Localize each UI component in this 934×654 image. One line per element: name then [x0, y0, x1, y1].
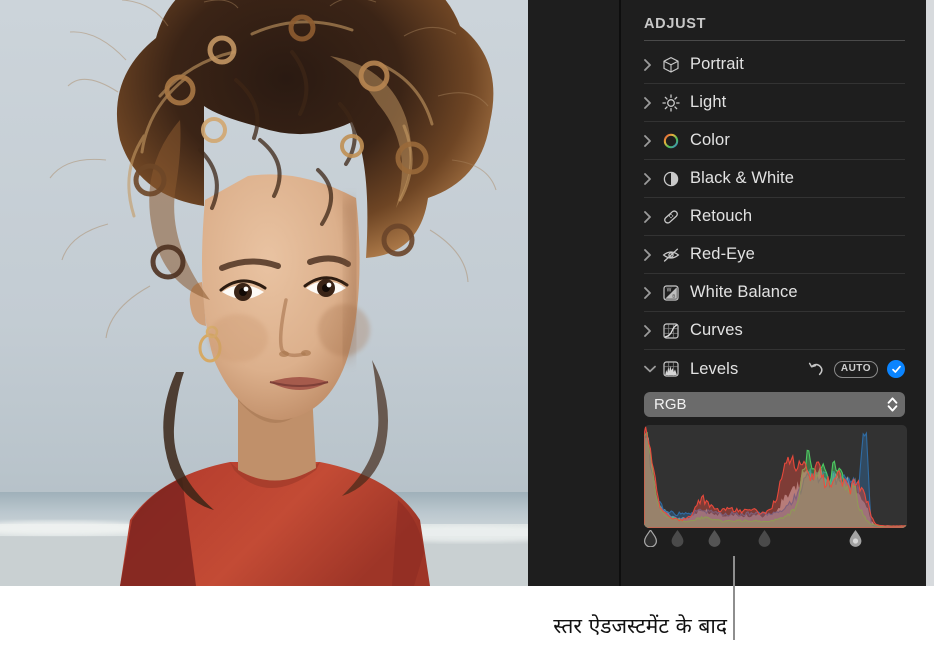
- bandage-icon: [660, 206, 682, 228]
- chevron-down-icon[interactable]: [644, 365, 660, 373]
- levels-slider-track[interactable]: [643, 528, 905, 552]
- screenshot-root: ADJUST Portrait Light Color Black & Whit…: [0, 0, 934, 654]
- adjust-panel: ADJUST Portrait Light Color Black & Whit…: [621, 0, 926, 586]
- adjust-row-black-and-white[interactable]: Black & White: [644, 160, 905, 198]
- window-right-edge: [926, 0, 934, 586]
- chevron-right-icon[interactable]: [644, 58, 660, 71]
- adjust-row-levels[interactable]: Levels AUTO: [644, 350, 905, 388]
- adjust-row-retouch[interactable]: Retouch: [644, 198, 905, 236]
- levels-controls: RGB: [643, 388, 907, 552]
- svg-text:B: B: [672, 293, 675, 298]
- white-balance-icon: W B: [660, 282, 682, 304]
- curves-icon: [660, 320, 682, 342]
- adjust-row-light[interactable]: Light: [644, 84, 905, 122]
- levels-handle-black-point[interactable]: [643, 528, 658, 548]
- levels-icon: [660, 358, 682, 380]
- adjust-row-label: Black & White: [690, 169, 794, 187]
- half-circle-icon: [660, 168, 682, 190]
- chevron-right-icon[interactable]: [644, 286, 660, 299]
- chevron-right-icon[interactable]: [644, 134, 660, 147]
- adjust-row-label: White Balance: [690, 283, 798, 301]
- adjust-row-label: Portrait: [690, 55, 744, 73]
- callout-leader-line: [733, 556, 735, 640]
- chevron-up-down-icon[interactable]: [887, 396, 898, 413]
- adjust-row-label: Red-Eye: [690, 245, 755, 263]
- adjust-row-label: Light: [690, 93, 727, 111]
- photo-preview[interactable]: [0, 0, 528, 586]
- photo-gutter: [528, 0, 620, 586]
- levels-handle-shadows[interactable]: [671, 530, 684, 547]
- adjust-row-white-balance[interactable]: W B White Balance: [644, 274, 905, 312]
- levels-actions: AUTO: [808, 350, 905, 388]
- portrait-photograph: [0, 0, 528, 586]
- revert-arrow-icon[interactable]: [808, 361, 825, 378]
- channel-select[interactable]: RGB: [644, 392, 905, 417]
- levels-handle-white-point[interactable]: [849, 530, 862, 547]
- adjust-row-color[interactable]: Color: [644, 122, 905, 160]
- adjust-row-label: Curves: [690, 321, 743, 339]
- channel-select-value: RGB: [654, 396, 687, 413]
- levels-handle-highlights[interactable]: [758, 530, 771, 547]
- cube-icon: [660, 54, 682, 76]
- adjust-row-label: Retouch: [690, 207, 753, 225]
- title-divider: [644, 40, 905, 41]
- chevron-right-icon[interactable]: [644, 96, 660, 109]
- callout-caption: स्तर ऐडजस्टमेंट के बाद: [553, 614, 727, 638]
- checkmark-icon[interactable]: [887, 360, 905, 378]
- chevron-right-icon[interactable]: [644, 324, 660, 337]
- panel-title: ADJUST: [644, 16, 707, 32]
- levels-handle-midtones[interactable]: [708, 530, 721, 547]
- adjust-row-label: Levels: [690, 359, 739, 378]
- chevron-right-icon[interactable]: [644, 210, 660, 223]
- sun-icon: [660, 92, 682, 114]
- adjust-row-red-eye[interactable]: Red-Eye: [644, 236, 905, 274]
- adjust-row-curves[interactable]: Curves: [644, 312, 905, 350]
- levels-histogram[interactable]: [644, 425, 907, 528]
- adjust-row-label: Color: [690, 131, 730, 149]
- color-wheel-icon: [660, 130, 682, 152]
- histogram-chart: [644, 426, 907, 528]
- auto-button[interactable]: AUTO: [833, 360, 878, 378]
- chevron-right-icon[interactable]: [644, 172, 660, 185]
- eye-slash-icon: [660, 244, 682, 266]
- svg-text:W: W: [667, 287, 672, 293]
- chevron-right-icon[interactable]: [644, 248, 660, 261]
- adjust-row-portrait[interactable]: Portrait: [644, 46, 905, 84]
